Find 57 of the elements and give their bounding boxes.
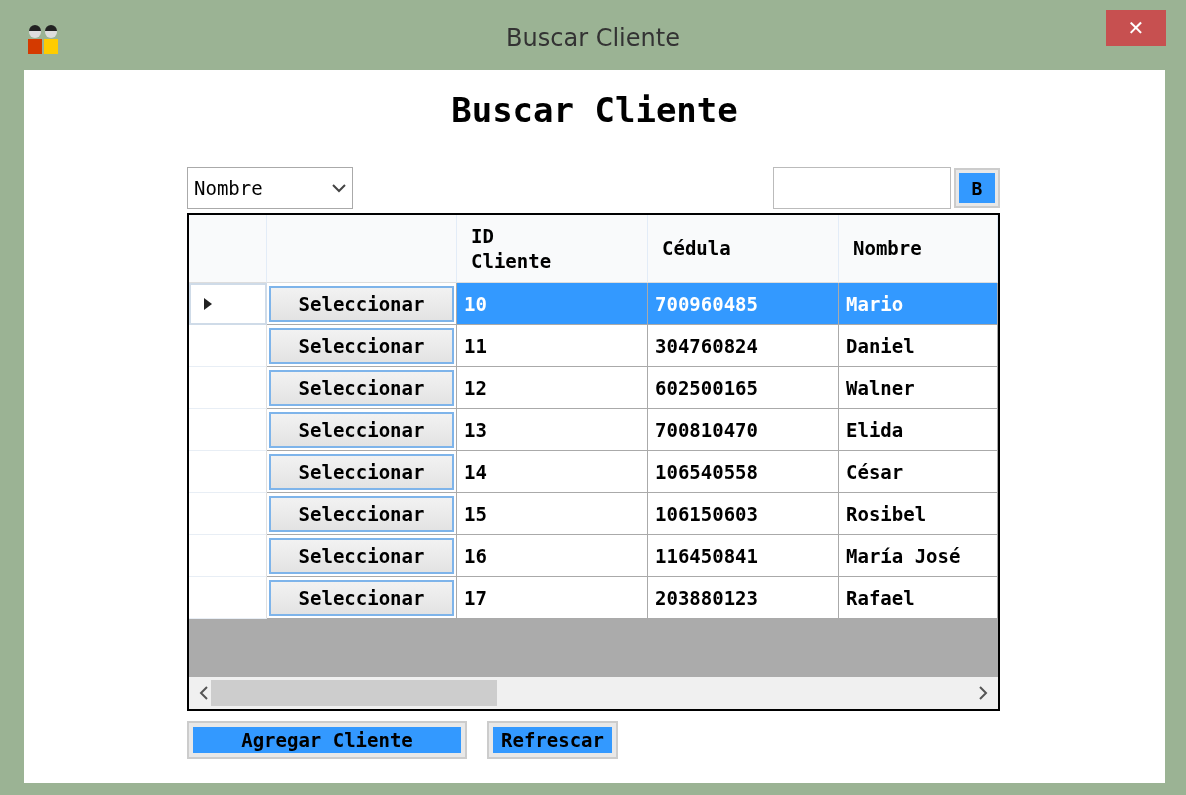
row-header[interactable] [189, 451, 267, 493]
search-button[interactable]: B [954, 168, 1000, 208]
column-header[interactable]: Cédula [662, 236, 731, 261]
table-cell: 13 [457, 409, 648, 451]
scroll-left-icon[interactable] [199, 686, 209, 700]
row-header[interactable] [189, 283, 267, 325]
row-header[interactable] [189, 325, 267, 367]
select-button[interactable]: Seleccionar [269, 411, 454, 448]
scroll-right-icon[interactable] [978, 686, 988, 700]
horizontal-scrollbar[interactable] [189, 677, 998, 709]
table-cell: María José [839, 535, 998, 577]
table-cell: Elida [839, 409, 998, 451]
scrollbar-thumb[interactable] [211, 680, 497, 706]
table-cell: César [839, 451, 998, 493]
search-field[interactable] [773, 167, 951, 209]
table-cell: 700810470 [648, 409, 839, 451]
table-cell: 700960485 [648, 283, 839, 325]
table-cell: Rosibel [839, 493, 998, 535]
row-header[interactable] [189, 493, 267, 535]
form-heading: Buscar Cliente [451, 90, 738, 132]
table-cell: 106540558 [648, 451, 839, 493]
table-cell: 203880123 [648, 577, 839, 619]
action-button[interactable]: Refrescar [487, 721, 618, 759]
table-cell: 11 [457, 325, 648, 367]
close-button[interactable]: ✕ [1106, 10, 1166, 46]
table-cell: 15 [457, 493, 648, 535]
select-button[interactable]: Seleccionar [269, 327, 454, 364]
table-cell: Walner [839, 367, 998, 409]
table-cell: 304760824 [648, 325, 839, 367]
column-header[interactable]: Nombre [853, 236, 922, 261]
current-row-icon [203, 297, 213, 311]
row-header[interactable] [189, 409, 267, 451]
select-button[interactable]: Seleccionar [269, 495, 454, 532]
window-title: Buscar Cliente [506, 24, 680, 52]
select-button[interactable]: Seleccionar [269, 537, 454, 574]
people-icon [26, 22, 60, 54]
table-cell: 10 [457, 283, 648, 325]
chevron-down-icon [332, 183, 346, 193]
table-cell: 116450841 [648, 535, 839, 577]
row-header[interactable] [189, 535, 267, 577]
row-header[interactable] [189, 577, 267, 619]
table-cell: Daniel [839, 325, 998, 367]
row-header[interactable] [189, 367, 267, 409]
select-button[interactable]: Seleccionar [269, 369, 454, 406]
table-cell: 602500165 [648, 367, 839, 409]
table-cell: Rafael [839, 577, 998, 619]
select-button[interactable]: Seleccionar [269, 285, 454, 322]
table-cell: 16 [457, 535, 648, 577]
table-cell: 17 [457, 577, 648, 619]
table-cell: 106150603 [648, 493, 839, 535]
table-cell: Mario [839, 283, 998, 325]
select-button[interactable]: Seleccionar [269, 579, 454, 616]
action-button[interactable]: Agregar Cliente [187, 721, 467, 759]
select-button[interactable]: Seleccionar [269, 453, 454, 490]
table-cell: 12 [457, 367, 648, 409]
table-cell: 14 [457, 451, 648, 493]
filter-dropdown[interactable]: Nombre [187, 167, 353, 209]
